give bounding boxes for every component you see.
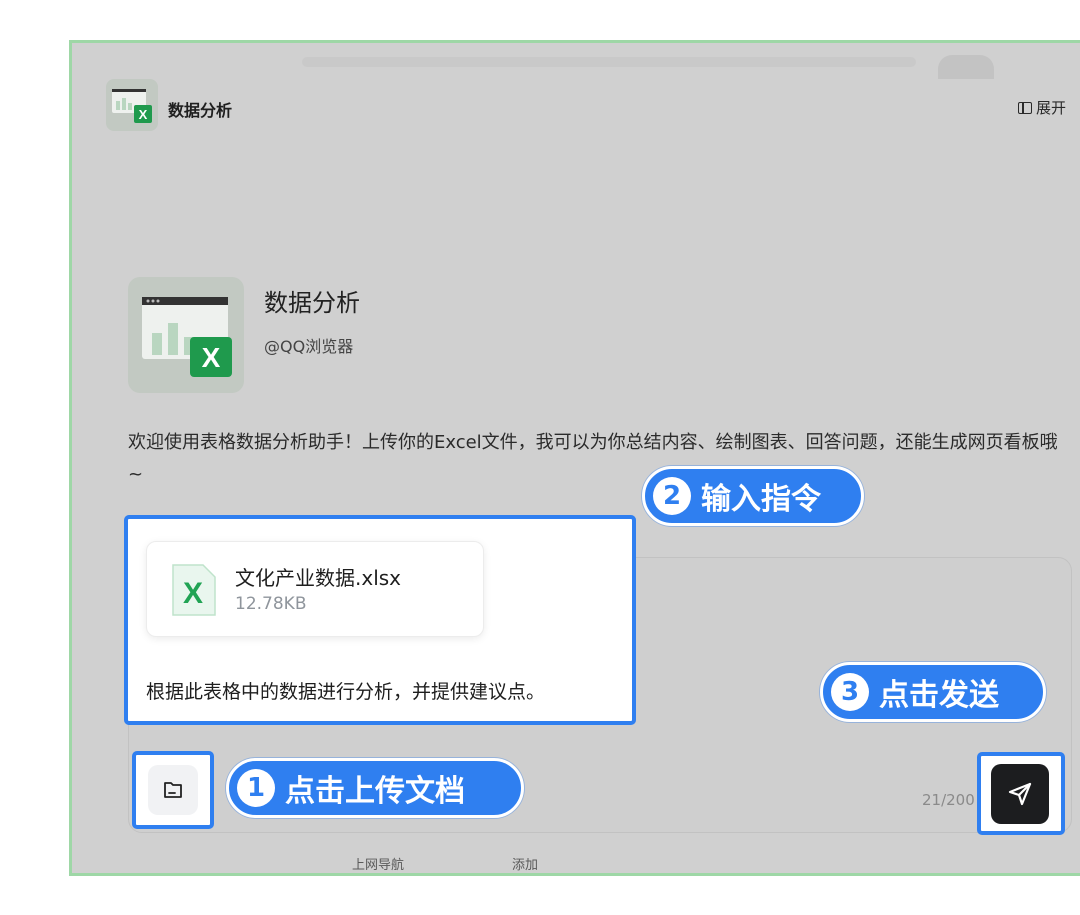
app-author: @QQ浏览器 [264,337,354,356]
folder-icon [164,782,182,798]
svg-text:X: X [202,342,221,373]
header-app-name: 数据分析 [168,101,233,120]
top-tab-bar [302,57,916,67]
spreadsheet-logo-icon: X [112,89,152,123]
excel-file-icon: X [172,564,216,616]
expand-label: 展开 [1036,99,1067,117]
spreadsheet-logo-icon: X [142,297,232,377]
callout-label: 输入指令 [701,482,821,517]
app-title: 数据分析 [264,289,360,317]
callout-number: 2 [653,477,691,515]
upload-highlight [132,751,214,829]
callout-number: 3 [831,673,869,711]
callout-label: 点击发送 [879,678,999,713]
app-logo-large: X [128,277,244,393]
callout-label: 点击上传文档 [285,774,465,809]
welcome-message: 欢迎使用表格数据分析助手！上传你的Excel文件，我可以为你总结内容、绘制图表、… [128,432,1058,485]
file-size: 12.78KB [235,594,307,614]
footer-add-link[interactable]: 添加 [512,854,538,873]
send-button[interactable] [991,764,1049,824]
expand-panel-button[interactable]: 展开 [1018,97,1066,118]
file-name: 文化产业数据.xlsx [235,566,402,590]
side-panel-icon [1018,101,1032,114]
prompt-input[interactable]: 根据此表格中的数据进行分析，并提供建议点。 [146,677,545,704]
callout-click-send: 3 点击发送 [820,662,1046,722]
callout-input-instruction: 2 输入指令 [642,466,864,526]
upload-file-button[interactable] [148,765,198,815]
callout-upload-document: 1 点击上传文档 [226,758,524,818]
svg-text:X: X [139,107,148,122]
svg-text:X: X [183,577,203,610]
attached-file-card[interactable]: X 文化产业数据.xlsx 12.78KB [146,541,484,637]
app-window: X 数据分析 展开 X 数据分析 @QQ浏览器 欢迎使用表格数据分析助手！上传你… [69,40,1080,876]
footer-nav-link[interactable]: 上网导航 [352,854,404,873]
app-logo-small: X [106,79,158,131]
char-counter: 21/200 [922,791,975,809]
top-corner-button[interactable] [938,55,994,79]
prompt-highlight: X 文化产业数据.xlsx 12.78KB 根据此表格中的数据进行分析，并提供建… [124,515,636,725]
callout-number: 1 [237,769,275,807]
send-highlight [977,752,1065,835]
send-arrow-icon [1008,782,1032,806]
